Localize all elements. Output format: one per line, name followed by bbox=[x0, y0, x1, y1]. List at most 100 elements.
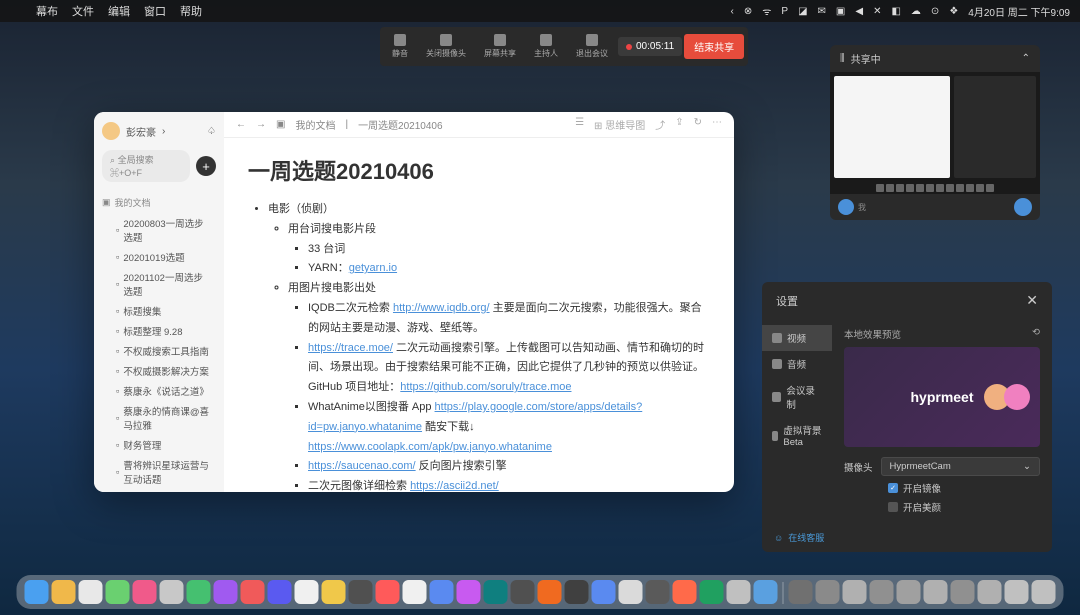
dock-app-34[interactable] bbox=[951, 580, 975, 604]
dock-app-17[interactable] bbox=[484, 580, 508, 604]
nav-virtual-bg[interactable]: 虚拟背景 Beta bbox=[762, 417, 832, 454]
mind-map-button[interactable]: ⊞ 思维导图 bbox=[594, 117, 645, 132]
search-icon[interactable]: ☰ bbox=[575, 117, 584, 132]
sidebar-doc-item[interactable]: ▫ 财务管理 bbox=[102, 435, 216, 455]
mirror-checkbox[interactable]: ✓开启镜像 bbox=[888, 481, 1040, 495]
beauty-checkbox[interactable]: 开启美颜 bbox=[888, 500, 1040, 514]
dock-app-22[interactable] bbox=[619, 580, 643, 604]
dock-app-5[interactable] bbox=[160, 580, 184, 604]
section-my-docs[interactable]: ▣ 我的文档 bbox=[102, 196, 216, 209]
statusbar-wifi-icon[interactable]: ᯤ bbox=[762, 4, 771, 18]
dock-app-15[interactable] bbox=[430, 580, 454, 604]
participant-badge[interactable] bbox=[1014, 198, 1032, 216]
add-button[interactable]: + bbox=[196, 156, 216, 176]
dock-app-31[interactable] bbox=[870, 580, 894, 604]
statusbar-icon[interactable]: ❖ bbox=[949, 6, 958, 17]
menu-window[interactable]: 窗口 bbox=[144, 3, 166, 19]
forward-button[interactable]: → bbox=[256, 119, 266, 130]
dock-app-26[interactable] bbox=[727, 580, 751, 604]
link[interactable]: https://www.coolapk.com/apk/pw.janyo.wha… bbox=[308, 441, 552, 453]
dock-app-29[interactable] bbox=[816, 580, 840, 604]
host-button[interactable]: 主持人 bbox=[526, 31, 566, 62]
bell-icon[interactable]: ♤ bbox=[207, 126, 216, 137]
dock-app-12[interactable] bbox=[349, 580, 373, 604]
statusbar-icon[interactable]: ⊙ bbox=[931, 6, 939, 17]
user-profile[interactable]: 彭宏豪 › ♤ bbox=[102, 122, 216, 140]
refresh-icon[interactable]: ↻ bbox=[694, 117, 702, 132]
statusbar-icon[interactable]: ▣ bbox=[836, 6, 845, 17]
statusbar-icon[interactable]: ◧ bbox=[891, 6, 900, 17]
back-button[interactable]: ← bbox=[236, 119, 246, 130]
dock-app-6[interactable] bbox=[187, 580, 211, 604]
feedback-link[interactable]: ☺在线客服 bbox=[762, 523, 1052, 552]
sidebar-doc-item[interactable]: ▫ 标题整理 9.28 bbox=[102, 321, 216, 341]
nav-recording[interactable]: 会议录制 bbox=[762, 377, 832, 417]
dock-app-2[interactable] bbox=[79, 580, 103, 604]
sidebar-doc-item[interactable]: ▫ 曹将辨识星球运营与互动话题 bbox=[102, 455, 216, 489]
statusbar-icon[interactable]: P bbox=[781, 6, 788, 17]
dock-app-37[interactable] bbox=[1032, 580, 1056, 604]
link[interactable]: http://www.iqdb.org/ bbox=[393, 302, 490, 314]
chevron-up-icon[interactable]: ⌃ bbox=[1022, 53, 1030, 64]
more-icon[interactable]: ⋯ bbox=[712, 117, 722, 132]
menu-edit[interactable]: 编辑 bbox=[108, 3, 130, 19]
dock-app-9[interactable] bbox=[268, 580, 292, 604]
dock-app-28[interactable] bbox=[789, 580, 813, 604]
link[interactable]: https://saucenao.com/ bbox=[308, 460, 416, 472]
dock-app-18[interactable] bbox=[511, 580, 535, 604]
dock-app-32[interactable] bbox=[897, 580, 921, 604]
dock-app-19[interactable] bbox=[538, 580, 562, 604]
statusbar-icon[interactable]: ✉ bbox=[818, 6, 826, 17]
sidebar-doc-item[interactable]: ▫ 标题搜集 bbox=[102, 301, 216, 321]
search-input[interactable]: ⌕ 全局搜索 ⌘+O+F bbox=[102, 150, 190, 182]
sidebar-doc-item[interactable]: ▫ 蔡康永《说话之道》 bbox=[102, 381, 216, 401]
dock-app-0[interactable] bbox=[25, 580, 49, 604]
sidebar-doc-item[interactable]: ▫ 曹将知识星球整理 bbox=[102, 489, 216, 492]
sidebar-doc-item[interactable]: ▫ 不权威搜索工具指南 bbox=[102, 341, 216, 361]
breadcrumb-folder[interactable]: 我的文档 bbox=[295, 117, 335, 132]
leave-button[interactable]: 退出会议 bbox=[568, 31, 616, 62]
dock-app-1[interactable] bbox=[52, 580, 76, 604]
statusbar-icon[interactable]: ⊗ bbox=[744, 6, 752, 17]
close-button[interactable]: ✕ bbox=[1026, 292, 1038, 309]
statusbar-icon[interactable]: ☁ bbox=[911, 6, 921, 17]
rotate-icon[interactable]: ⟲ bbox=[1032, 327, 1040, 341]
sidebar-doc-item[interactable]: ▫ 20201102一周选步选题 bbox=[102, 267, 216, 301]
nav-video[interactable]: 视频 bbox=[762, 325, 832, 351]
statusbar-icon[interactable]: ✕ bbox=[873, 6, 881, 17]
statusbar-volume-icon[interactable]: ◀︎ bbox=[855, 6, 863, 17]
link[interactable]: https://trace.moe/ bbox=[308, 342, 393, 354]
link[interactable]: https://ascii2d.net/ bbox=[410, 480, 499, 492]
statusbar-icon[interactable]: ‹ bbox=[731, 6, 734, 17]
dock-app-16[interactable] bbox=[457, 580, 481, 604]
dock-app-21[interactable] bbox=[592, 580, 616, 604]
dock-app-7[interactable] bbox=[214, 580, 238, 604]
dock-app-14[interactable] bbox=[403, 580, 427, 604]
dock-app-36[interactable] bbox=[1005, 580, 1029, 604]
nav-audio[interactable]: 音频 bbox=[762, 351, 832, 377]
dock-app-23[interactable] bbox=[646, 580, 670, 604]
mute-button[interactable]: 静音 bbox=[384, 31, 416, 62]
link[interactable]: getyarn.io bbox=[349, 262, 397, 274]
dock-app-4[interactable] bbox=[133, 580, 157, 604]
dock-app-3[interactable] bbox=[106, 580, 130, 604]
camera-select[interactable]: HyprmeetCam⌄ bbox=[881, 457, 1040, 476]
menu-help[interactable]: 帮助 bbox=[180, 3, 202, 19]
link[interactable]: https://github.com/soruly/trace.moe bbox=[400, 381, 571, 393]
apple-logo-icon[interactable] bbox=[10, 5, 22, 17]
end-share-button[interactable]: 结束共享 bbox=[684, 34, 744, 59]
menu-app-name[interactable]: 幕布 bbox=[36, 3, 58, 19]
dock-app-33[interactable] bbox=[924, 580, 948, 604]
dock-app-25[interactable] bbox=[700, 580, 724, 604]
dock-app-24[interactable] bbox=[673, 580, 697, 604]
dock-app-11[interactable] bbox=[322, 580, 346, 604]
notes-content[interactable]: 一周选题20210406 电影（侦剧） 用台词搜电影片段 33 台词 YARN：… bbox=[224, 138, 734, 492]
screenshare-button[interactable]: 屏幕共享 bbox=[476, 31, 524, 62]
statusbar-icon[interactable]: ◪ bbox=[798, 6, 807, 17]
share-icon[interactable]: ⤴ bbox=[655, 117, 665, 132]
dock-app-8[interactable] bbox=[241, 580, 265, 604]
sidebar-doc-item[interactable]: ▫ 20200803一周选步选题 bbox=[102, 213, 216, 247]
dock-app-30[interactable] bbox=[843, 580, 867, 604]
dock-app-35[interactable] bbox=[978, 580, 1002, 604]
dock-app-13[interactable] bbox=[376, 580, 400, 604]
